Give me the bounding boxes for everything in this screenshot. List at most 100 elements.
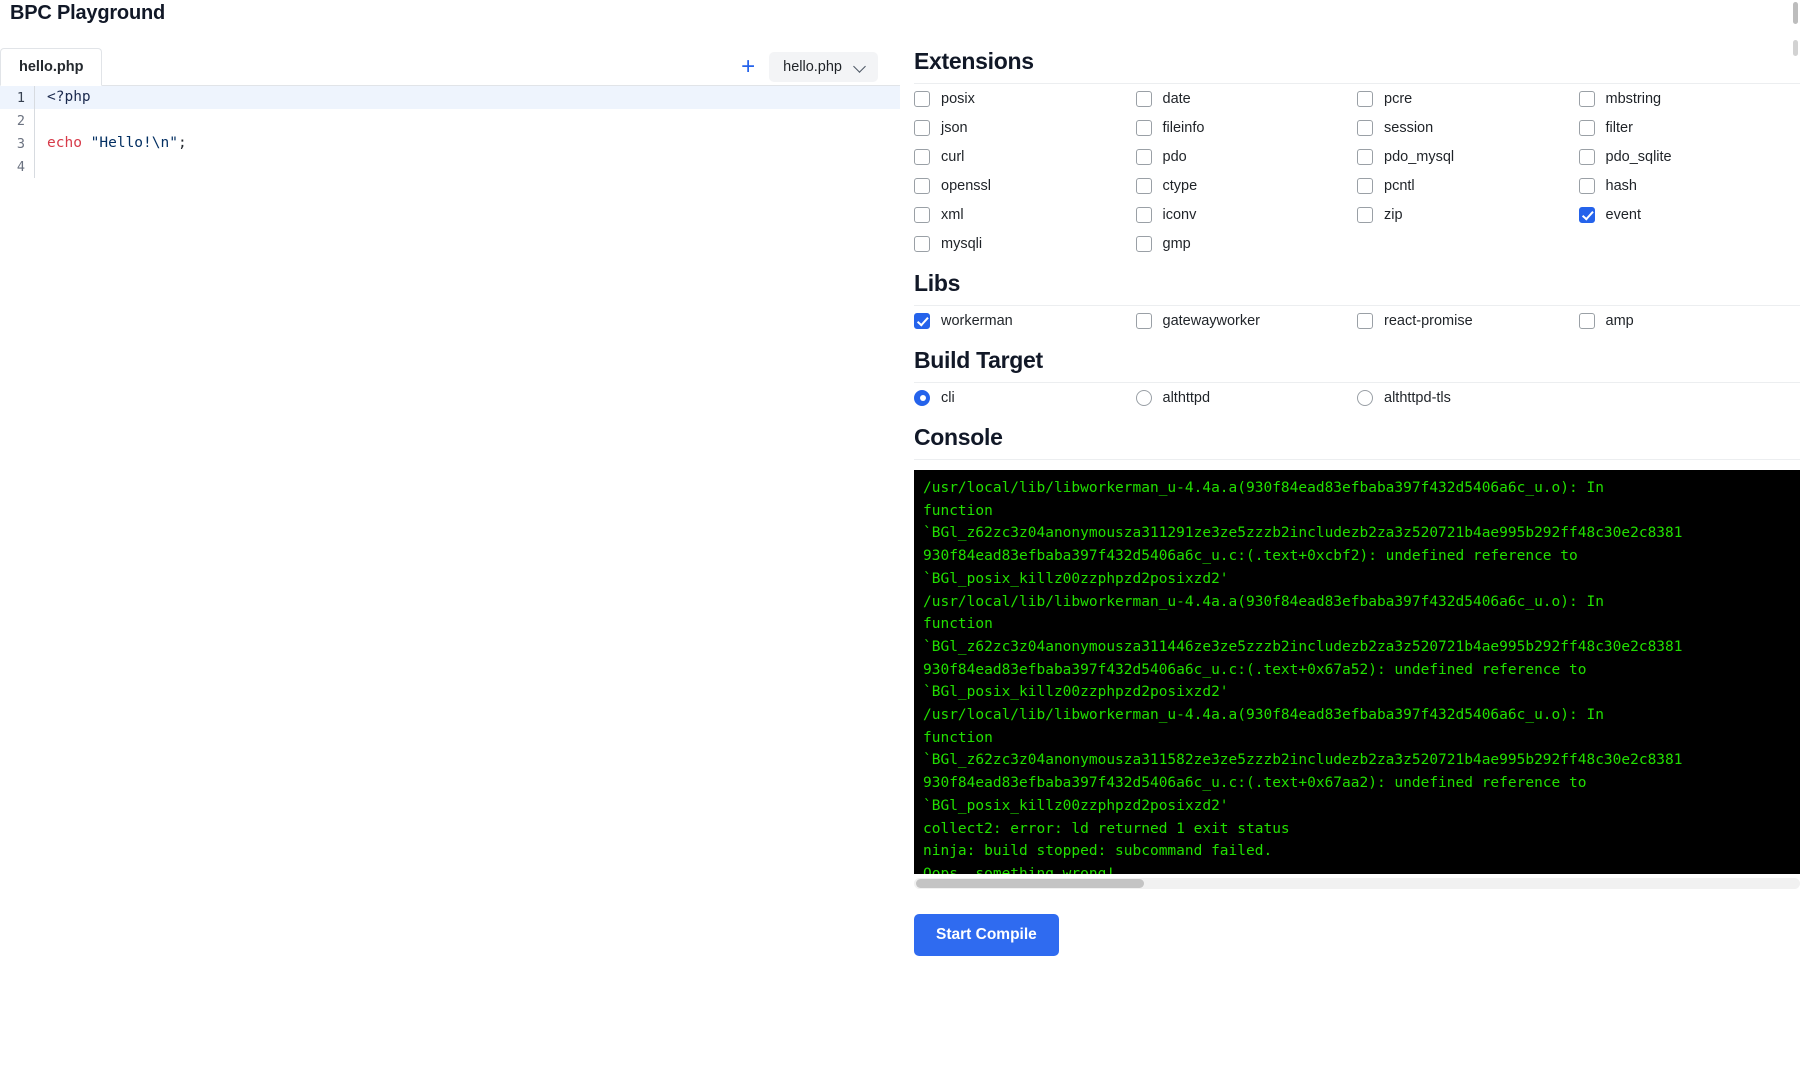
page-scrollbar[interactable]	[1791, 0, 1800, 1071]
lib-react-promise[interactable]: react-promise	[1357, 306, 1579, 335]
plus-icon[interactable]: +	[731, 48, 765, 85]
extension-fileinfo[interactable]: fileinfo	[1135, 113, 1358, 142]
code-token: "Hello!\n"	[90, 135, 178, 151]
extension-label: pdo_sqlite	[1605, 148, 1672, 165]
checkbox-icon[interactable]	[1135, 177, 1152, 194]
checkbox-icon[interactable]	[1135, 148, 1152, 165]
extension-hash[interactable]: hash	[1578, 171, 1800, 200]
console-line: /usr/local/lib/libworkerman_u-4.4a.a(930…	[923, 480, 1604, 496]
build-target-label: cli	[941, 389, 955, 406]
build-target-cli[interactable]: cli	[914, 383, 1136, 412]
extension-pcre[interactable]: pcre	[1357, 84, 1579, 113]
console-heading: Console	[914, 424, 1003, 450]
checkbox-icon[interactable]	[1135, 235, 1152, 252]
checkbox-icon[interactable]	[1135, 119, 1152, 136]
extension-openssl[interactable]: openssl	[914, 171, 1136, 200]
page-scrollbar-thumb-secondary[interactable]	[1793, 40, 1798, 56]
console-horizontal-scrollbar[interactable]	[914, 878, 1800, 889]
extension-label: xml	[941, 206, 964, 223]
page-title: BPC Playground	[10, 2, 165, 24]
checkbox-icon[interactable]	[1357, 119, 1373, 136]
code-line: 1 <?php	[0, 86, 900, 109]
build-target-althttpd-tls[interactable]: althttpd-tls	[1357, 383, 1579, 412]
radio-icon[interactable]	[1135, 389, 1152, 406]
code-line: 2	[0, 109, 900, 132]
console-output[interactable]: /usr/local/lib/libworkerman_u-4.4a.a(930…	[914, 470, 1800, 874]
extension-posix[interactable]: posix	[914, 84, 1136, 113]
checkbox-icon[interactable]	[1578, 177, 1595, 194]
extension-label: json	[941, 119, 968, 136]
checkbox-icon[interactable]	[1578, 312, 1595, 329]
checkbox-icon[interactable]	[914, 148, 930, 165]
checkbox-icon[interactable]	[1578, 119, 1595, 136]
build-target-althttpd[interactable]: althttpd	[1135, 383, 1358, 412]
radio-icon[interactable]	[1357, 389, 1373, 406]
checkbox-icon[interactable]	[1357, 177, 1373, 194]
console-line: `BGl_posix_killz00zzphpzd2posixzd2'	[923, 570, 1229, 587]
extension-date[interactable]: date	[1135, 84, 1358, 113]
checkbox-icon[interactable]	[1357, 148, 1373, 165]
checkbox-icon[interactable]	[1135, 90, 1152, 107]
settings-pane: Extensions posix date pcre mbstring json file…	[914, 48, 1800, 956]
extension-event[interactable]: event	[1578, 200, 1800, 229]
extension-json[interactable]: json	[914, 113, 1136, 142]
console-divider	[914, 459, 1800, 460]
line-number: 1	[16, 89, 25, 106]
extension-gmp[interactable]: gmp	[1135, 229, 1358, 258]
lib-gatewayworker[interactable]: gatewayworker	[1135, 306, 1358, 335]
code-line: 4	[0, 155, 900, 178]
lib-amp[interactable]: amp	[1578, 306, 1800, 335]
editor-tab-hello-php[interactable]: hello.php	[0, 48, 103, 86]
checkbox-icon[interactable]	[1578, 206, 1595, 223]
extension-label: event	[1605, 206, 1641, 223]
checkbox-icon[interactable]	[1578, 148, 1595, 165]
checkbox-icon[interactable]	[914, 177, 930, 194]
extension-pcntl[interactable]: pcntl	[1357, 171, 1579, 200]
checkbox-icon[interactable]	[914, 90, 930, 107]
checkbox-icon[interactable]	[914, 312, 930, 329]
checkbox-icon[interactable]	[1135, 312, 1152, 329]
extension-filter[interactable]: filter	[1578, 113, 1800, 142]
extension-mysqli[interactable]: mysqli	[914, 229, 1136, 258]
extension-pdo-mysql[interactable]: pdo_mysql	[1357, 142, 1579, 171]
lib-workerman[interactable]: workerman	[914, 306, 1136, 335]
extension-label: filter	[1605, 119, 1633, 136]
extension-label: date	[1162, 90, 1191, 107]
radio-icon[interactable]	[914, 389, 930, 406]
extension-label: session	[1384, 119, 1434, 136]
extension-label: zip	[1384, 206, 1403, 223]
checkbox-icon[interactable]	[1357, 312, 1373, 329]
start-compile-button[interactable]: Start Compile	[914, 914, 1059, 956]
page-scrollbar-thumb[interactable]	[1793, 2, 1798, 24]
checkbox-icon[interactable]	[914, 206, 930, 223]
extensions-heading: Extensions	[914, 48, 1034, 74]
extension-iconv[interactable]: iconv	[1135, 200, 1358, 229]
console-line: 930f84ead83efbaba397f432d5406a6c_u.c:(.t…	[923, 548, 1578, 565]
extension-curl[interactable]: curl	[914, 142, 1136, 171]
extension-xml[interactable]: xml	[914, 200, 1136, 229]
extension-session[interactable]: session	[1357, 113, 1579, 142]
extension-zip[interactable]: zip	[1357, 200, 1579, 229]
extension-pdo[interactable]: pdo	[1135, 142, 1358, 171]
console-scrollbar-thumb[interactable]	[916, 879, 1144, 888]
libs-grid: workerman gatewayworker react-promise amp	[914, 306, 1800, 335]
checkbox-icon[interactable]	[914, 235, 930, 252]
checkbox-icon[interactable]	[1578, 90, 1595, 107]
extension-pdo-sqlite[interactable]: pdo_sqlite	[1578, 142, 1800, 171]
checkbox-icon[interactable]	[1135, 206, 1152, 223]
lib-label: amp	[1605, 312, 1634, 329]
file-select-dropdown[interactable]: hello.php	[769, 51, 878, 82]
extension-ctype[interactable]: ctype	[1135, 171, 1358, 200]
extension-mbstring[interactable]: mbstring	[1578, 84, 1800, 113]
line-number: 2	[16, 112, 25, 129]
checkbox-icon[interactable]	[914, 119, 930, 136]
console-line: 930f84ead83efbaba397f432d5406a6c_u.c:(.t…	[923, 775, 1587, 792]
console-line: `BGl_z62zc3z04anonymousza311446ze3ze5zzz…	[923, 638, 1683, 655]
console-line: 930f84ead83efbaba397f432d5406a6c_u.c:(.t…	[923, 661, 1587, 678]
extensions-grid: posix date pcre mbstring json fileinfo session…	[914, 84, 1800, 258]
code-editor[interactable]: 1 <?php 2 3 echo "Hello!\n"; 4	[0, 86, 900, 1071]
lib-label: react-promise	[1384, 312, 1473, 329]
checkbox-icon[interactable]	[1357, 206, 1373, 223]
gutter-divider	[34, 109, 35, 132]
checkbox-icon[interactable]	[1357, 90, 1373, 107]
